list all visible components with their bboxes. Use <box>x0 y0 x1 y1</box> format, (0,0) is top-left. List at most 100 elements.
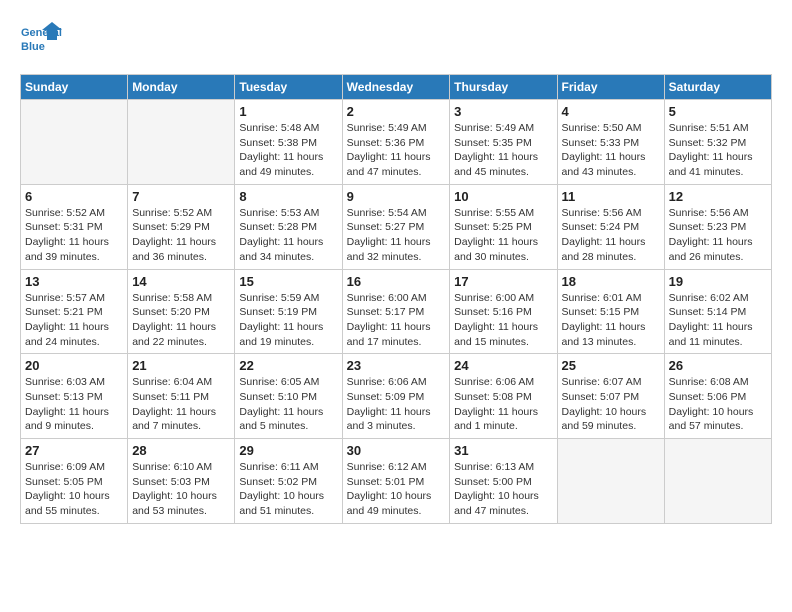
calendar-cell: 13 Sunrise: 5:57 AMSunset: 5:21 PMDayligh… <box>21 269 128 354</box>
calendar-cell: 23 Sunrise: 6:06 AMSunset: 5:09 PMDayligh… <box>342 354 450 439</box>
col-header-thursday: Thursday <box>450 75 557 100</box>
day-detail: Sunrise: 6:11 AMSunset: 5:02 PMDaylight:… <box>239 460 337 519</box>
day-number: 6 <box>25 189 123 204</box>
day-number: 9 <box>347 189 446 204</box>
calendar-cell: 9 Sunrise: 5:54 AMSunset: 5:27 PMDaylight… <box>342 184 450 269</box>
day-number: 8 <box>239 189 337 204</box>
day-number: 7 <box>132 189 230 204</box>
day-detail: Sunrise: 5:49 AMSunset: 5:36 PMDaylight:… <box>347 121 446 180</box>
calendar-cell: 27 Sunrise: 6:09 AMSunset: 5:05 PMDayligh… <box>21 439 128 524</box>
day-detail: Sunrise: 5:59 AMSunset: 5:19 PMDaylight:… <box>239 291 337 350</box>
day-detail: Sunrise: 6:03 AMSunset: 5:13 PMDaylight:… <box>25 375 123 434</box>
day-detail: Sunrise: 6:12 AMSunset: 5:01 PMDaylight:… <box>347 460 446 519</box>
page-header: General Blue <box>20 20 772 64</box>
calendar-cell: 26Sunrise: 6:08 AMSunset: 5:06 PMDayligh… <box>664 354 771 439</box>
day-number: 5 <box>669 104 767 119</box>
day-number: 10 <box>454 189 552 204</box>
calendar-cell: 14 Sunrise: 5:58 AMSunset: 5:20 PMDayligh… <box>128 269 235 354</box>
day-detail: Sunrise: 5:55 AMSunset: 5:25 PMDaylight:… <box>454 206 552 265</box>
calendar-cell: 2 Sunrise: 5:49 AMSunset: 5:36 PMDaylight… <box>342 100 450 185</box>
day-detail: Sunrise: 5:53 AMSunset: 5:28 PMDaylight:… <box>239 206 337 265</box>
day-number: 1 <box>239 104 337 119</box>
day-detail: Sunrise: 5:51 AMSunset: 5:32 PMDaylight:… <box>669 121 767 180</box>
day-detail: Sunrise: 6:04 AMSunset: 5:11 PMDaylight:… <box>132 375 230 434</box>
day-detail: Sunrise: 6:00 AMSunset: 5:16 PMDaylight:… <box>454 291 552 350</box>
day-detail: Sunrise: 6:02 AMSunset: 5:14 PMDaylight:… <box>669 291 767 350</box>
day-detail: Sunrise: 6:10 AMSunset: 5:03 PMDaylight:… <box>132 460 230 519</box>
calendar-cell: 3Sunrise: 5:49 AMSunset: 5:35 PMDaylight… <box>450 100 557 185</box>
calendar-cell: 25 Sunrise: 6:07 AMSunset: 5:07 PMDayligh… <box>557 354 664 439</box>
day-detail: Sunrise: 6:07 AMSunset: 5:07 PMDaylight:… <box>562 375 660 434</box>
day-number: 11 <box>562 189 660 204</box>
calendar-cell: 29 Sunrise: 6:11 AMSunset: 5:02 PMDayligh… <box>235 439 342 524</box>
day-number: 13 <box>25 274 123 289</box>
day-detail: Sunrise: 5:49 AMSunset: 5:35 PMDaylight:… <box>454 121 552 180</box>
col-header-tuesday: Tuesday <box>235 75 342 100</box>
day-detail: Sunrise: 5:48 AMSunset: 5:38 PMDaylight:… <box>239 121 337 180</box>
calendar-cell: 4 Sunrise: 5:50 AMSunset: 5:33 PMDaylight… <box>557 100 664 185</box>
day-detail: Sunrise: 6:13 AMSunset: 5:00 PMDaylight:… <box>454 460 552 519</box>
calendar-cell: 28Sunrise: 6:10 AMSunset: 5:03 PMDayligh… <box>128 439 235 524</box>
day-number: 29 <box>239 443 337 458</box>
day-number: 24 <box>454 358 552 373</box>
calendar-cell: 21Sunrise: 6:04 AMSunset: 5:11 PMDayligh… <box>128 354 235 439</box>
day-number: 4 <box>562 104 660 119</box>
calendar-cell: 6Sunrise: 5:52 AMSunset: 5:31 PMDaylight… <box>21 184 128 269</box>
day-detail: Sunrise: 6:01 AMSunset: 5:15 PMDaylight:… <box>562 291 660 350</box>
week-row-1: 1 Sunrise: 5:48 AMSunset: 5:38 PMDaylight… <box>21 100 772 185</box>
day-detail: Sunrise: 6:09 AMSunset: 5:05 PMDaylight:… <box>25 460 123 519</box>
calendar-cell <box>21 100 128 185</box>
calendar-cell: 24 Sunrise: 6:06 AMSunset: 5:08 PMDayligh… <box>450 354 557 439</box>
col-header-wednesday: Wednesday <box>342 75 450 100</box>
day-number: 19 <box>669 274 767 289</box>
day-number: 25 <box>562 358 660 373</box>
calendar-cell: 1 Sunrise: 5:48 AMSunset: 5:38 PMDaylight… <box>235 100 342 185</box>
day-number: 15 <box>239 274 337 289</box>
svg-text:Blue: Blue <box>21 41 45 53</box>
day-number: 12 <box>669 189 767 204</box>
day-detail: Sunrise: 6:06 AMSunset: 5:08 PMDaylight:… <box>454 375 552 434</box>
calendar-cell: 30 Sunrise: 6:12 AMSunset: 5:01 PMDayligh… <box>342 439 450 524</box>
calendar-cell: 15 Sunrise: 5:59 AMSunset: 5:19 PMDayligh… <box>235 269 342 354</box>
col-header-saturday: Saturday <box>664 75 771 100</box>
day-number: 14 <box>132 274 230 289</box>
calendar-cell: 18 Sunrise: 6:01 AMSunset: 5:15 PMDayligh… <box>557 269 664 354</box>
day-number: 18 <box>562 274 660 289</box>
calendar-table: SundayMondayTuesdayWednesdayThursdayFrid… <box>20 74 772 524</box>
day-number: 26 <box>669 358 767 373</box>
day-detail: Sunrise: 6:00 AMSunset: 5:17 PMDaylight:… <box>347 291 446 350</box>
col-header-sunday: Sunday <box>21 75 128 100</box>
calendar-cell: 5 Sunrise: 5:51 AMSunset: 5:32 PMDaylight… <box>664 100 771 185</box>
day-number: 16 <box>347 274 446 289</box>
calendar-cell: 8 Sunrise: 5:53 AMSunset: 5:28 PMDaylight… <box>235 184 342 269</box>
calendar-cell: 19 Sunrise: 6:02 AMSunset: 5:14 PMDayligh… <box>664 269 771 354</box>
day-number: 30 <box>347 443 446 458</box>
calendar-cell: 22 Sunrise: 6:05 AMSunset: 5:10 PMDayligh… <box>235 354 342 439</box>
day-number: 31 <box>454 443 552 458</box>
day-number: 23 <box>347 358 446 373</box>
day-detail: Sunrise: 5:57 AMSunset: 5:21 PMDaylight:… <box>25 291 123 350</box>
logo-svg: General Blue <box>20 20 64 64</box>
calendar-cell <box>128 100 235 185</box>
day-detail: Sunrise: 5:56 AMSunset: 5:23 PMDaylight:… <box>669 206 767 265</box>
week-row-2: 6Sunrise: 5:52 AMSunset: 5:31 PMDaylight… <box>21 184 772 269</box>
calendar-cell: 16 Sunrise: 6:00 AMSunset: 5:17 PMDayligh… <box>342 269 450 354</box>
calendar-cell: 17Sunrise: 6:00 AMSunset: 5:16 PMDayligh… <box>450 269 557 354</box>
day-detail: Sunrise: 5:54 AMSunset: 5:27 PMDaylight:… <box>347 206 446 265</box>
calendar-cell: 7Sunrise: 5:52 AMSunset: 5:29 PMDaylight… <box>128 184 235 269</box>
day-number: 22 <box>239 358 337 373</box>
calendar-cell: 31 Sunrise: 6:13 AMSunset: 5:00 PMDayligh… <box>450 439 557 524</box>
day-detail: Sunrise: 6:05 AMSunset: 5:10 PMDaylight:… <box>239 375 337 434</box>
calendar-cell: 11Sunrise: 5:56 AMSunset: 5:24 PMDayligh… <box>557 184 664 269</box>
day-detail: Sunrise: 5:58 AMSunset: 5:20 PMDaylight:… <box>132 291 230 350</box>
calendar-cell: 20Sunrise: 6:03 AMSunset: 5:13 PMDayligh… <box>21 354 128 439</box>
week-row-4: 20Sunrise: 6:03 AMSunset: 5:13 PMDayligh… <box>21 354 772 439</box>
calendar-cell <box>557 439 664 524</box>
calendar-cell: 12 Sunrise: 5:56 AMSunset: 5:23 PMDayligh… <box>664 184 771 269</box>
week-row-5: 27 Sunrise: 6:09 AMSunset: 5:05 PMDayligh… <box>21 439 772 524</box>
day-number: 27 <box>25 443 123 458</box>
day-number: 2 <box>347 104 446 119</box>
day-detail: Sunrise: 5:50 AMSunset: 5:33 PMDaylight:… <box>562 121 660 180</box>
calendar-cell <box>664 439 771 524</box>
day-detail: Sunrise: 6:06 AMSunset: 5:09 PMDaylight:… <box>347 375 446 434</box>
